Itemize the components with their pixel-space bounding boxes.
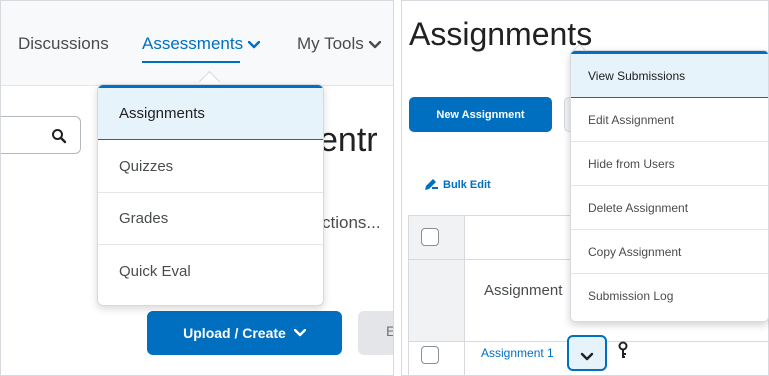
key-icon: [618, 341, 628, 358]
context-menu-button[interactable]: [567, 335, 607, 371]
menu-item-delete-assignment[interactable]: Delete Assignment: [571, 186, 768, 230]
table-border: [408, 215, 409, 375]
assignment-column-header[interactable]: Assignment: [484, 282, 562, 299]
page-heading-fragment: entr: [319, 121, 378, 159]
nav-assessments-label: Assessments: [142, 34, 244, 53]
chevron-down-icon: [368, 40, 381, 48]
nav-active-underline: [142, 61, 241, 63]
menu-item-label: Delete Assignment: [588, 200, 689, 215]
menu-item-view-submissions[interactable]: View Submissions: [571, 51, 768, 98]
dropdown-item-quick-eval[interactable]: Quick Eval: [98, 245, 323, 297]
nav-assessments[interactable]: Assessments: [142, 34, 261, 63]
row-checkbox[interactable]: [421, 346, 439, 364]
dropdown-item-assignments[interactable]: Assignments: [98, 88, 323, 140]
upload-create-button[interactable]: Upload / Create: [147, 311, 342, 355]
assignment-context-menu: View Submissions Edit Assignment Hide fr…: [570, 50, 769, 322]
chevron-down-icon: [248, 40, 261, 48]
menu-item-hide-from-users[interactable]: Hide from Users: [571, 142, 768, 186]
secondary-button[interactable]: E: [358, 311, 393, 355]
table-border: [464, 215, 465, 375]
dropdown-item-grades[interactable]: Grades: [98, 193, 323, 245]
bulk-edit-button[interactable]: Bulk Edit: [423, 178, 491, 192]
search-icon: [52, 129, 67, 144]
chevron-down-icon: [293, 329, 306, 337]
dropdown-item-label: Grades: [119, 210, 169, 227]
bulk-edit-label: Bulk Edit: [443, 179, 491, 191]
pencil-icon: [425, 179, 438, 190]
dropdown-item-label: Assignments: [119, 105, 205, 122]
menu-item-label: Copy Assignment: [588, 244, 682, 259]
menu-item-edit-assignment[interactable]: Edit Assignment: [571, 98, 768, 142]
assessments-dropdown: Assignments Quizzes Grades Quick Eval: [97, 84, 324, 306]
select-all-checkbox[interactable]: [421, 228, 439, 246]
menu-item-label: Edit Assignment: [588, 112, 675, 127]
new-assignment-button[interactable]: New Assignment: [409, 97, 552, 132]
search-input[interactable]: [1, 116, 81, 154]
nav-my-tools[interactable]: My Tools: [297, 34, 381, 54]
menu-item-copy-assignment[interactable]: Copy Assignment: [571, 230, 768, 274]
upload-create-label: Upload / Create: [183, 325, 286, 341]
chevron-down-icon: [580, 348, 594, 366]
navbar: Discussions Assessments My Tools: [1, 1, 393, 86]
nav-my-tools-label: My Tools: [297, 34, 364, 53]
new-assignment-label: New Assignment: [436, 108, 525, 121]
nav-discussions[interactable]: Discussions: [18, 34, 109, 54]
page-title: Assignments: [409, 16, 593, 52]
dropdown-item-label: Quick Eval: [119, 262, 191, 280]
menu-item-label: Hide from Users: [588, 156, 675, 171]
dropdown-item-label: Quizzes: [119, 158, 174, 175]
menu-item-label: View Submissions: [588, 68, 686, 83]
assessments-menu-panel: Discussions Assessments My Tools entr ct…: [0, 0, 394, 376]
secondary-button-label: E: [386, 323, 393, 339]
menu-item-label: Submission Log: [588, 289, 674, 303]
menu-item-submission-log[interactable]: Submission Log: [571, 274, 768, 318]
dropdown-item-quizzes[interactable]: Quizzes: [98, 141, 323, 193]
assignment-link[interactable]: Assignment 1: [481, 346, 554, 360]
instructions-text-fragment: ctions...: [322, 213, 381, 232]
